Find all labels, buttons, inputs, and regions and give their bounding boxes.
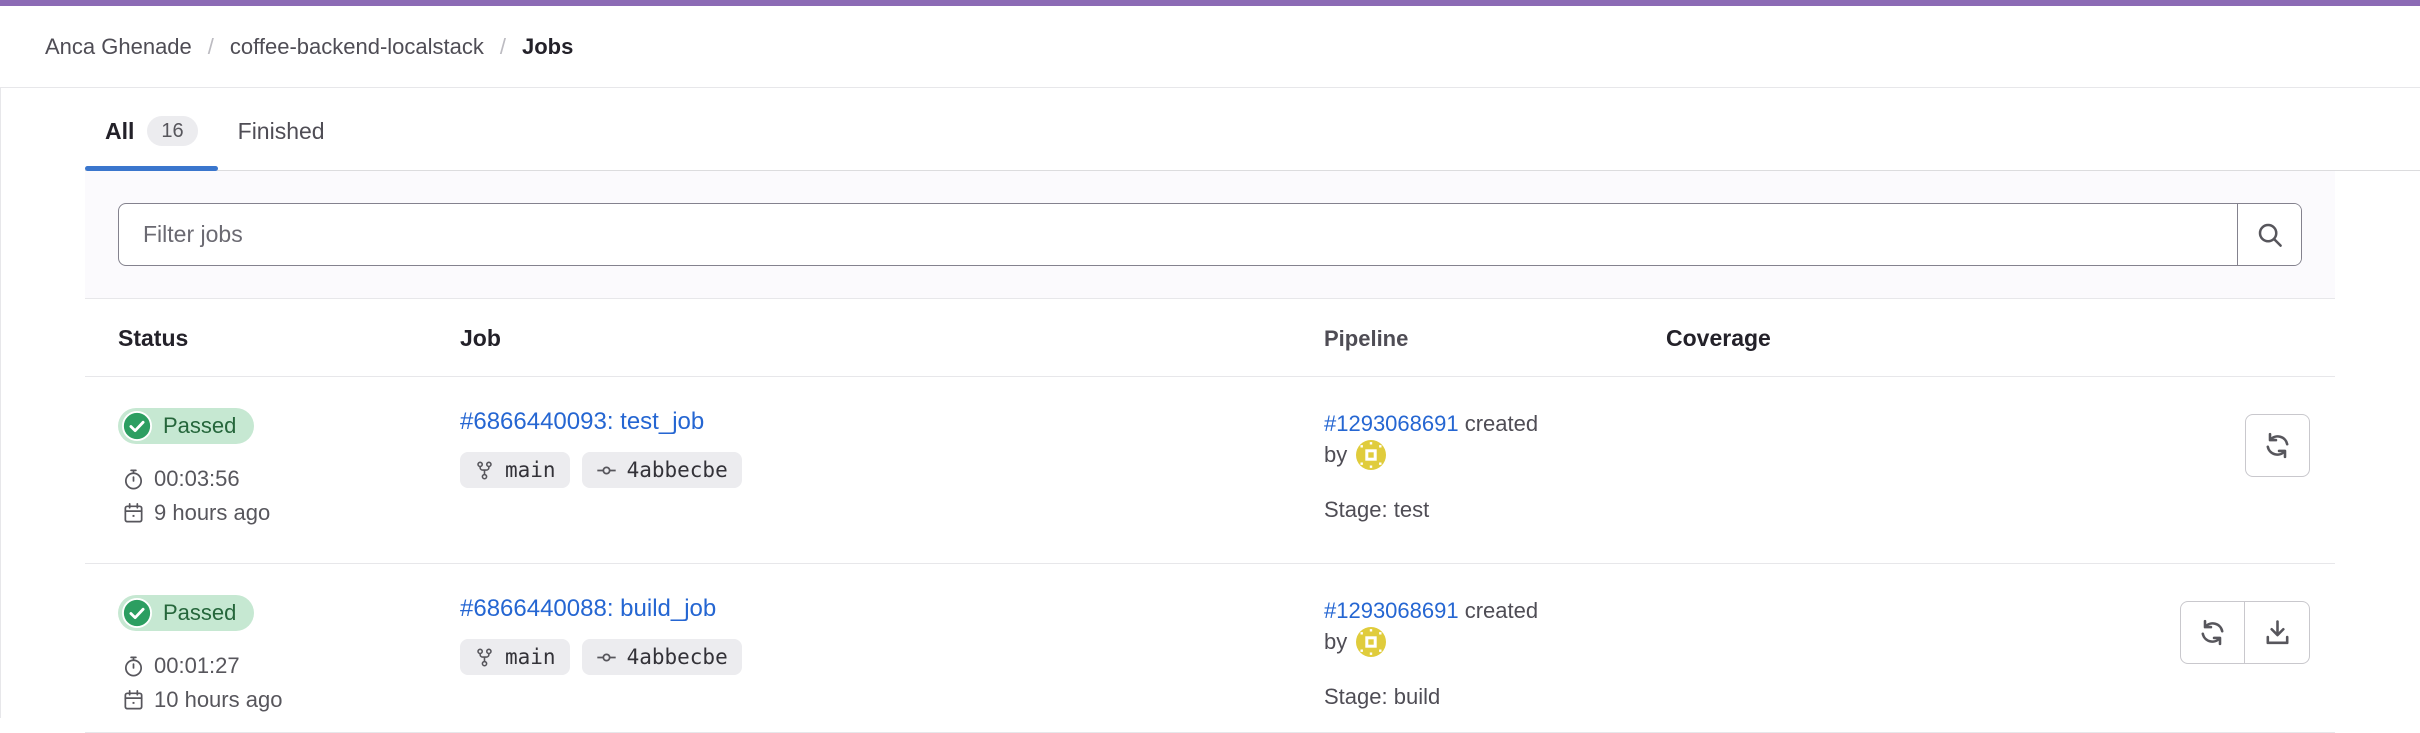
commit-sha: 4abbecbe [627, 458, 728, 482]
job-link[interactable]: #6866440088: build_job [460, 595, 716, 623]
filter-bar [85, 171, 2335, 299]
table-header-row: Status Job Pipeline Coverage [85, 299, 2335, 377]
header-pipeline: Pipeline [1324, 323, 1666, 354]
status-label: Passed [163, 413, 236, 439]
job-cell: #6866440093: test_job main 4abbecbe [460, 408, 1324, 488]
actions-cell [2016, 408, 2335, 477]
search-button[interactable] [2237, 204, 2301, 265]
branch-name: main [505, 645, 556, 669]
commit-sha: 4abbecbe [627, 645, 728, 669]
pipeline-cell: #1293068691 created by [1324, 595, 1666, 712]
job-link[interactable]: #6866440093: test_job [460, 408, 704, 436]
tab-all-label: All [105, 118, 134, 145]
breadcrumb-separator: / [208, 34, 214, 60]
retry-icon [2262, 430, 2293, 461]
pipeline-by-line: by [1324, 626, 1666, 657]
retry-job-button[interactable] [2180, 601, 2245, 664]
status-cell: Passed 00:01:27 10 hours ago [85, 595, 460, 713]
breadcrumb-current-jobs: Jobs [522, 34, 573, 60]
job-refs: main 4abbecbe [460, 639, 1324, 675]
header-job: Job [460, 325, 1324, 352]
filter-input-group [118, 203, 2302, 266]
pipeline-by-text: by [1324, 626, 1347, 657]
pipeline-cell: #1293068691 created by [1324, 408, 1666, 525]
pipeline-link[interactable]: #1293068691 [1324, 598, 1459, 623]
branch-ref-pill[interactable]: main [460, 639, 570, 675]
pipeline-created-line: #1293068691 created [1324, 595, 1666, 626]
calendar-icon [122, 689, 145, 712]
jobs-page: Anca Ghenade / coffee-backend-localstack… [0, 0, 2420, 718]
header-coverage: Coverage [1666, 325, 2016, 352]
breadcrumb-separator: / [500, 34, 506, 60]
retry-icon [2197, 617, 2228, 648]
status-badge-passed[interactable]: Passed [118, 595, 254, 631]
identicon-avatar-icon [1356, 440, 1386, 470]
pipeline-author-avatar[interactable] [1356, 440, 1386, 470]
pipeline-created-text: created [1465, 598, 1538, 623]
status-success-icon [122, 598, 152, 628]
job-row-test-job: Passed 00:03:56 9 hours ago [85, 377, 2335, 564]
header-status: Status [85, 325, 460, 352]
status-badge-passed[interactable]: Passed [118, 408, 254, 444]
branch-name: main [505, 458, 556, 482]
status-label: Passed [163, 600, 236, 626]
pipeline-link[interactable]: #1293068691 [1324, 411, 1459, 436]
breadcrumb-group[interactable]: Anca Ghenade [45, 34, 192, 60]
status-success-icon [122, 411, 152, 441]
identicon-avatar-icon [1356, 627, 1386, 657]
actions-cell [2016, 595, 2335, 664]
tab-all[interactable]: All 16 [85, 116, 218, 170]
calendar-icon [122, 502, 145, 525]
commit-sha-pill[interactable]: 4abbecbe [582, 639, 742, 675]
job-finished-value: 10 hours ago [154, 687, 282, 713]
breadcrumb: Anca Ghenade / coffee-backend-localstack… [0, 6, 2420, 88]
pipeline-author-avatar[interactable] [1356, 627, 1386, 657]
branch-ref-pill[interactable]: main [460, 452, 570, 488]
status-cell: Passed 00:03:56 9 hours ago [85, 408, 460, 526]
pipeline-by-text: by [1324, 439, 1347, 470]
breadcrumb-project[interactable]: coffee-backend-localstack [230, 34, 484, 60]
pipeline-created-line: #1293068691 created [1324, 408, 1666, 439]
filter-jobs-input[interactable] [119, 204, 2237, 265]
job-duration: 00:01:27 [122, 653, 460, 679]
job-actions-group [2245, 414, 2310, 477]
tab-all-count-badge: 16 [147, 116, 197, 146]
branch-icon [474, 647, 495, 668]
retry-job-button[interactable] [2245, 414, 2310, 477]
stopwatch-icon [122, 468, 145, 491]
tab-finished-label: Finished [238, 118, 325, 145]
job-finished-time: 10 hours ago [122, 687, 460, 713]
branch-icon [474, 460, 495, 481]
tab-finished[interactable]: Finished [218, 116, 345, 170]
commit-icon [596, 460, 617, 481]
job-cell: #6866440088: build_job main 4abbecbe [460, 595, 1324, 675]
pipeline-created-text: created [1465, 411, 1538, 436]
download-icon [2262, 617, 2293, 648]
content-left-border [0, 88, 1, 718]
job-row-build-job: Passed 00:01:27 10 hours ago [85, 564, 2335, 733]
job-finished-time: 9 hours ago [122, 500, 460, 526]
pipeline-stage: Stage: test [1324, 494, 1666, 525]
commit-sha-pill[interactable]: 4abbecbe [582, 452, 742, 488]
stopwatch-icon [122, 655, 145, 678]
download-artifacts-button[interactable] [2245, 601, 2310, 664]
commit-icon [596, 647, 617, 668]
search-icon [2255, 220, 2285, 250]
jobs-table: Status Job Pipeline Coverage Passed [85, 299, 2335, 733]
jobs-tabs: All 16 Finished [85, 88, 2420, 171]
job-refs: main 4abbecbe [460, 452, 1324, 488]
job-duration: 00:03:56 [122, 466, 460, 492]
job-actions-group [2180, 601, 2310, 664]
job-duration-value: 00:01:27 [154, 653, 240, 679]
job-duration-value: 00:03:56 [154, 466, 240, 492]
pipeline-stage: Stage: build [1324, 681, 1666, 712]
job-finished-value: 9 hours ago [154, 500, 270, 526]
pipeline-by-line: by [1324, 439, 1666, 470]
